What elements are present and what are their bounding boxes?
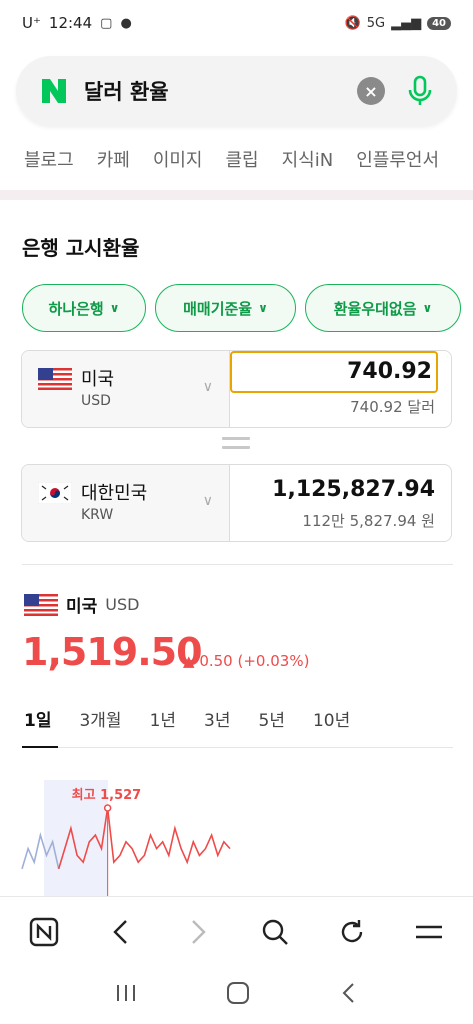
carrier-label: U⁺ (22, 14, 41, 32)
search-input[interactable]: 달러 환율 (84, 76, 357, 106)
from-currency-code: USD (81, 393, 111, 409)
period-tab-10y[interactable]: 10년 (313, 706, 350, 731)
recent-apps-icon[interactable] (114, 982, 138, 1008)
rate-change: ▲ 0.50 (+0.03%) (183, 652, 309, 670)
rate-code: USD (105, 595, 140, 614)
mute-icon: 🔇 (344, 15, 361, 31)
to-currency-name: 대한민국 (81, 483, 148, 504)
preferential-rate-chip[interactable]: 환율우대없음 ∨ (305, 284, 461, 332)
browser-toolbar (0, 896, 473, 966)
refresh-icon[interactable] (332, 912, 372, 952)
chevron-down-icon: ∨ (202, 379, 213, 395)
forward-icon[interactable] (178, 912, 218, 952)
period-tab-5y[interactable]: 5년 (259, 706, 285, 731)
tab-images[interactable]: 이미지 (153, 146, 203, 172)
signal-icon: ▂▄▆ (391, 15, 422, 31)
category-tabs: 블로그 카페 이미지 클립 지식iN 인플루언서 (24, 146, 439, 172)
chip-label: 매매기준율 (183, 299, 253, 318)
exchange-rate-value: 1,519.50 (22, 630, 203, 674)
chevron-down-icon: ∨ (202, 493, 213, 509)
microphone-icon[interactable] (405, 73, 435, 109)
to-amount-text: 112만 5,827.94 원 (302, 512, 435, 530)
from-amount-text: 740.92 달러 (350, 398, 435, 416)
rate-country: 미국 (66, 597, 98, 617)
period-tab-1y[interactable]: 1년 (150, 706, 176, 731)
chart-max-label: 최고 1,527 (71, 788, 142, 803)
us-flag-icon (24, 593, 58, 616)
rate-change-text: 0.50 (+0.03%) (199, 652, 310, 670)
to-amount-value[interactable]: 1,125,827.94 (272, 477, 435, 502)
chevron-down-icon: ∨ (422, 301, 433, 315)
battery-badge: 40 (427, 16, 451, 30)
network-label: 5G (366, 15, 386, 31)
menu-icon[interactable] (409, 912, 449, 952)
tab-influencer[interactable]: 인플루언서 (356, 146, 439, 172)
section-title: 은행 고시환율 (22, 236, 140, 260)
screenshot-icon: ▢ (100, 15, 113, 31)
tab-knowledge[interactable]: 지식iN (282, 146, 334, 172)
period-tab-3y[interactable]: 3년 (204, 706, 230, 731)
tab-cafe[interactable]: 카페 (97, 146, 130, 172)
period-tabs-underline (22, 747, 453, 748)
us-flag-icon (38, 368, 72, 390)
tab-blog[interactable]: 블로그 (24, 146, 74, 172)
equals-icon (222, 437, 250, 453)
period-tabs: 1일 3개월 1년 3년 5년 10년 (24, 706, 350, 731)
active-tab-indicator (22, 746, 58, 748)
search-bar[interactable]: 달러 환율 × (16, 56, 457, 126)
system-navigation-bar (0, 966, 473, 1024)
chip-label: 환율우대없음 (333, 299, 417, 318)
rate-type-chip[interactable]: 매매기준율 ∨ (155, 284, 296, 332)
period-tab-1d[interactable]: 1일 (24, 706, 51, 731)
back-icon[interactable] (101, 912, 141, 952)
chevron-down-icon: ∨ (109, 301, 120, 315)
to-currency-select[interactable]: 대한민국 KRW ∨ (22, 465, 230, 541)
from-currency-card: 미국 USD ∨ 740.92 740.92 달러 (21, 350, 452, 428)
naver-logo-icon[interactable] (38, 75, 70, 107)
from-currency-select[interactable]: 미국 USD ∨ (22, 351, 230, 427)
from-currency-name: 미국 (81, 369, 115, 390)
kr-flag-icon (38, 482, 72, 504)
clear-search-button[interactable]: × (357, 77, 385, 105)
to-currency-card: 대한민국 KRW ∨ 1,125,827.94 112만 5,827.94 원 (21, 464, 452, 542)
up-arrow-icon: ▲ (183, 652, 195, 670)
chat-icon: ● (120, 15, 132, 31)
search-icon[interactable] (255, 912, 295, 952)
bank-select-chip[interactable]: 하나은행 ∨ (22, 284, 146, 332)
naver-home-icon[interactable] (24, 912, 64, 952)
chevron-down-icon: ∨ (258, 301, 268, 315)
from-amount-input[interactable]: 740.92 (230, 351, 438, 393)
period-tab-3m[interactable]: 3개월 (79, 706, 121, 731)
to-currency-code: KRW (81, 507, 114, 523)
back-nav-icon[interactable] (338, 981, 360, 1009)
home-icon[interactable] (225, 980, 251, 1010)
chip-label: 하나은행 (48, 299, 104, 318)
rate-header: 미국 USD (24, 592, 139, 617)
chart-max-point (103, 804, 112, 812)
status-bar: U⁺ 12:44 ▢ ● 🔇 5G ▂▄▆ 40 (0, 0, 473, 46)
clock: 12:44 (48, 14, 93, 32)
filter-chips: 하나은행 ∨ 매매기준율 ∨ 환율우대없음 ∨ (22, 284, 461, 332)
section-divider (0, 190, 473, 200)
tab-clip[interactable]: 클립 (226, 146, 259, 172)
divider (22, 564, 453, 565)
